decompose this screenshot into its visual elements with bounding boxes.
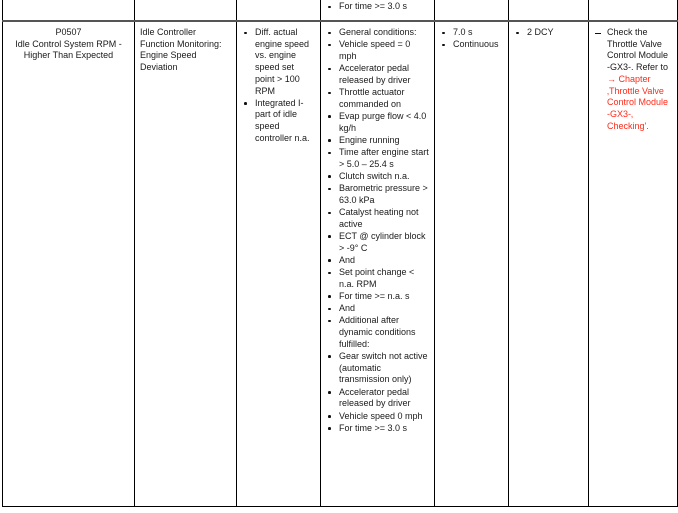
- table-row-partial: For time >= 3.0 s: [2, 0, 678, 22]
- monitoring-function-text: Idle Controller Function Monitoring: Eng…: [140, 27, 222, 73]
- cell-time-partial: [434, 0, 509, 22]
- list-item: Vehicle speed 0 mph: [326, 411, 429, 423]
- cell-malfunction-partial: [236, 0, 321, 22]
- list-item: 7.0 s: [440, 27, 503, 39]
- cell-conditions-partial: For time >= 3.0 s: [320, 0, 435, 22]
- malfunction-criteria-list: Diff. actual engine speed vs. engine spe…: [242, 27, 315, 145]
- dtc-description: Idle Control System RPM - Higher Than Ex…: [15, 38, 122, 61]
- cell-malfunction-criteria: Diff. actual engine speed vs. engine spe…: [236, 21, 321, 507]
- cell-dtc: P0507 Idle Control System RPM - Higher T…: [2, 21, 135, 507]
- cell-remedy: Check the Throttle Valve Control Module …: [588, 21, 678, 507]
- list-item: Barometric pressure > 63.0 kPa: [326, 183, 429, 206]
- cell-dtc-partial: [2, 0, 135, 22]
- cell-remedy-partial: [588, 0, 678, 22]
- list-item: Additional after dynamic conditions fulf…: [326, 315, 429, 350]
- cell-secondary-parameters: General conditions: Vehicle speed = 0 mp…: [320, 21, 435, 507]
- time-required-list: 7.0 s Continuous: [440, 27, 503, 51]
- dtc-code: P0507: [55, 27, 82, 37]
- list-item: For time >= n.a. s: [326, 291, 429, 303]
- list-item: Evap purge flow < 4.0 kg/h: [326, 111, 429, 134]
- list-item: And: [326, 255, 429, 267]
- list-item: General conditions:: [326, 27, 429, 39]
- document-page: For time >= 3.0 s P0507 Idle Control Sys…: [0, 0, 678, 513]
- secondary-parameters-list: General conditions: Vehicle speed = 0 mp…: [326, 27, 429, 434]
- cell-time-required: 7.0 s Continuous: [434, 21, 509, 507]
- list-item: ECT @ cylinder block > -9° C: [326, 231, 429, 254]
- cell-mil-partial: [508, 0, 589, 22]
- list-item: Vehicle speed = 0 mph: [326, 39, 429, 62]
- list-item: Time after engine start > 5.0 – 25.4 s: [326, 147, 429, 170]
- list-item: Integrated I-part of idle speed controll…: [242, 98, 315, 145]
- cross-reference-link[interactable]: Chapter ‚Throttle Valve Control Module -…: [607, 74, 668, 131]
- mil-illumination-list: 2 DCY: [514, 27, 583, 39]
- list-item: For time >= 3.0 s: [326, 423, 429, 435]
- list-item: Accelerator pedal released by driver: [326, 387, 429, 410]
- cell-function-partial: [134, 0, 237, 22]
- list-item: Catalyst heating not active: [326, 207, 429, 230]
- remedy-lead-text: Check the Throttle Valve Control Module …: [607, 27, 669, 73]
- table-row: P0507 Idle Control System RPM - Higher T…: [2, 21, 678, 507]
- list-item: Check the Throttle Valve Control Module …: [594, 27, 672, 132]
- list-item: Throttle actuator commanded on: [326, 87, 429, 110]
- list-item: Diff. actual engine speed vs. engine spe…: [242, 27, 315, 97]
- remedy-list: Check the Throttle Valve Control Module …: [594, 27, 672, 132]
- list-item: Set point change < n.a. RPM: [326, 267, 429, 290]
- list-item: Accelerator pedal released by driver: [326, 63, 429, 86]
- reference-arrow-icon: →: [607, 73, 616, 84]
- list-item: For time >= 3.0 s: [326, 1, 429, 13]
- list-item: 2 DCY: [514, 27, 583, 39]
- list-item: Clutch switch n.a.: [326, 171, 429, 183]
- cell-mil-illumination: 2 DCY: [508, 21, 589, 507]
- cell-monitoring-function: Idle Controller Function Monitoring: Eng…: [134, 21, 237, 507]
- list-item: Gear switch not active (automatic transm…: [326, 351, 429, 386]
- list-item: Engine running: [326, 135, 429, 147]
- dtc-table: For time >= 3.0 s P0507 Idle Control Sys…: [2, 0, 678, 507]
- list-item: Continuous: [440, 39, 503, 51]
- partial-conditions-list: For time >= 3.0 s: [326, 1, 429, 13]
- list-item: And: [326, 303, 429, 315]
